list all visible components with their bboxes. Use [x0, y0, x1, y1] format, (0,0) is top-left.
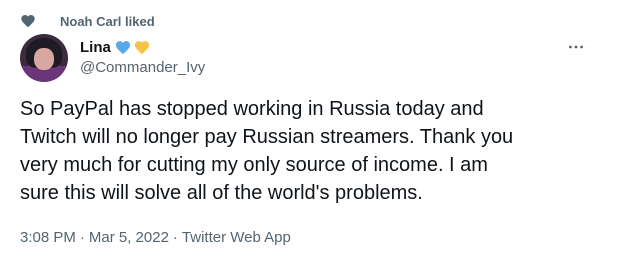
- heart-icon: [20, 13, 36, 29]
- handle[interactable]: @Commander_Ivy: [80, 59, 205, 76]
- tweet-source[interactable]: Twitter Web App: [182, 229, 291, 246]
- yellow-heart-icon: [133, 39, 151, 56]
- display-name[interactable]: Lina: [80, 39, 111, 56]
- social-context: Noah Carl liked: [20, 12, 155, 30]
- more-icon: [568, 37, 584, 55]
- blue-heart-icon: [114, 39, 132, 56]
- tweet-meta: 3:08 PM · Mar 5, 2022 · Twitter Web App: [20, 229, 291, 246]
- liked-by-text[interactable]: Noah Carl liked: [60, 14, 155, 29]
- avatar[interactable]: [20, 34, 68, 82]
- tweet-time[interactable]: 3:08 PM: [20, 229, 76, 246]
- meta-separator-2: ·: [172, 229, 178, 246]
- tweet-card[interactable]: Noah Carl liked Lina @Commander_Ivy So P…: [0, 0, 620, 263]
- meta-separator: ·: [79, 229, 85, 246]
- tweet-text: So PayPal has stopped working in Russia …: [20, 98, 514, 204]
- more-options-button[interactable]: [566, 36, 586, 56]
- tweet-date[interactable]: Mar 5, 2022: [89, 229, 169, 246]
- author-block: Lina @Commander_Ivy: [80, 37, 205, 77]
